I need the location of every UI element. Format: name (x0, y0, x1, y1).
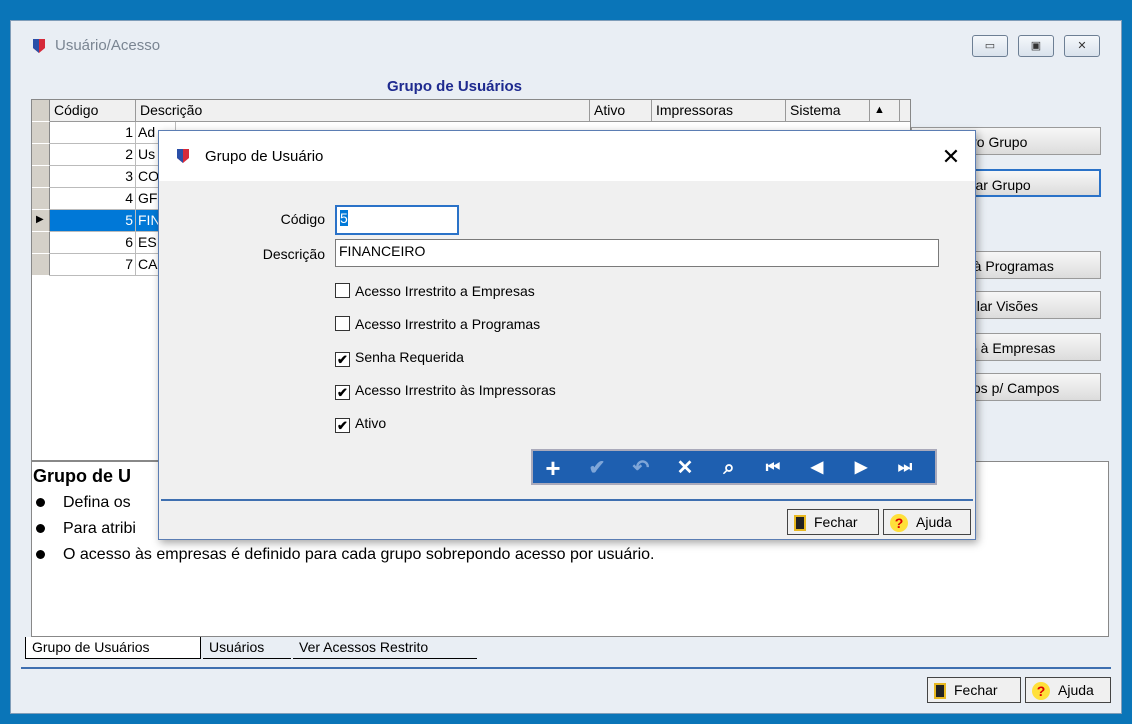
grid-header: Código Descrição Ativo Impressoras Siste… (32, 100, 910, 122)
checkbox-ativo[interactable]: ✔ Ativo (335, 415, 386, 433)
tab-usuarios[interactable]: Usuários (203, 637, 291, 659)
navigator-toolbar: + ✔ ↶ ✕ ⌕ ⏮ ◀ ▶ ⏭ (531, 449, 937, 485)
ajuda-button[interactable]: ? Ajuda (1025, 677, 1111, 703)
codigo-field[interactable]: 5 (335, 205, 459, 235)
prev-icon[interactable]: ◀ (803, 455, 831, 481)
tab-ver-acessos-restrito[interactable]: Ver Acessos Restrito (293, 637, 477, 659)
door-exit-icon (934, 683, 946, 700)
checkbox-senha-requerida[interactable]: ✔ Senha Requerida (335, 349, 464, 367)
main-title-bar: Usuário/Acesso ▭ ▣ ✕ (11, 21, 1121, 71)
col-descricao[interactable]: Descrição (136, 100, 590, 122)
checkbox-box[interactable] (335, 316, 350, 331)
last-icon[interactable]: ⏭ (891, 455, 919, 481)
col-codigo[interactable]: Código (50, 100, 136, 122)
separator (161, 499, 973, 501)
checkbox-acesso-irrestrito-programas[interactable]: Acesso Irrestrito a Programas (335, 316, 540, 332)
codigo-label: Código (280, 211, 325, 227)
descricao-label: Descrição (262, 246, 325, 262)
confirm-icon[interactable]: ✔ (583, 455, 611, 481)
bullet-icon (36, 498, 45, 508)
checkbox-acesso-irrestrito-impressoras[interactable]: ✔ Acesso Irrestrito às Impressoras (335, 382, 556, 400)
help-question-icon: ? (890, 514, 908, 533)
scroll-up-icon[interactable]: ▲ (870, 100, 900, 122)
separator (21, 667, 1111, 669)
descricao-field[interactable]: FINANCEIRO (335, 239, 939, 267)
checkbox-acesso-irrestrito-empresas[interactable]: Acesso Irrestrito a Empresas (335, 283, 535, 299)
help-title: Grupo de U (33, 466, 131, 486)
tab-grupo-usuarios[interactable]: Grupo de Usuários (25, 637, 201, 659)
checkbox-box[interactable] (335, 283, 350, 298)
checkmark-icon[interactable]: ✔ (335, 385, 350, 400)
bullet-icon (36, 524, 45, 534)
help-bullet: O acesso às empresas é definido para cad… (36, 546, 654, 564)
help-question-icon: ? (1032, 682, 1050, 701)
delete-icon[interactable]: ✕ (671, 455, 699, 481)
minimize-button[interactable]: ▭ (972, 35, 1008, 57)
tab-strip: Grupo de Usuários Usuários Ver Acessos R… (25, 637, 1113, 661)
main-window-title: Usuário/Acesso (55, 37, 161, 54)
group-dialog: Grupo de Usuário ✕ Código 5 Descrição FI… (158, 130, 976, 540)
dialog-title-bar: Grupo de Usuário ✕ (159, 131, 975, 181)
help-bullet: Defina os (36, 494, 131, 512)
search-icon[interactable]: ⌕ (715, 455, 743, 481)
next-icon[interactable]: ▶ (847, 455, 875, 481)
dialog-ajuda-button[interactable]: ? Ajuda (883, 509, 971, 535)
add-icon[interactable]: + (539, 455, 567, 481)
first-icon[interactable]: ⏮ (759, 455, 787, 481)
dialog-close-icon[interactable]: ✕ (939, 144, 963, 170)
app-logo-icon (177, 149, 189, 163)
help-bullet: Para atribi (36, 520, 136, 538)
group-header: Grupo de Usuários (387, 78, 523, 95)
dialog-title: Grupo de Usuário (205, 148, 324, 165)
col-impressoras[interactable]: Impressoras (652, 100, 786, 122)
fechar-button[interactable]: Fechar (927, 677, 1021, 703)
undo-icon[interactable]: ↶ (627, 455, 655, 481)
row-pointer-icon: ▶ (32, 210, 50, 232)
close-button[interactable]: ✕ (1064, 35, 1100, 57)
col-sistema[interactable]: Sistema (786, 100, 870, 122)
door-exit-icon (794, 515, 806, 532)
checkmark-icon[interactable]: ✔ (335, 418, 350, 433)
bullet-icon (36, 550, 45, 560)
app-logo-icon (33, 39, 45, 53)
checkmark-icon[interactable]: ✔ (335, 352, 350, 367)
maximize-button[interactable]: ▣ (1018, 35, 1054, 57)
col-ativo[interactable]: Ativo (590, 100, 652, 122)
dialog-fechar-button[interactable]: Fechar (787, 509, 879, 535)
